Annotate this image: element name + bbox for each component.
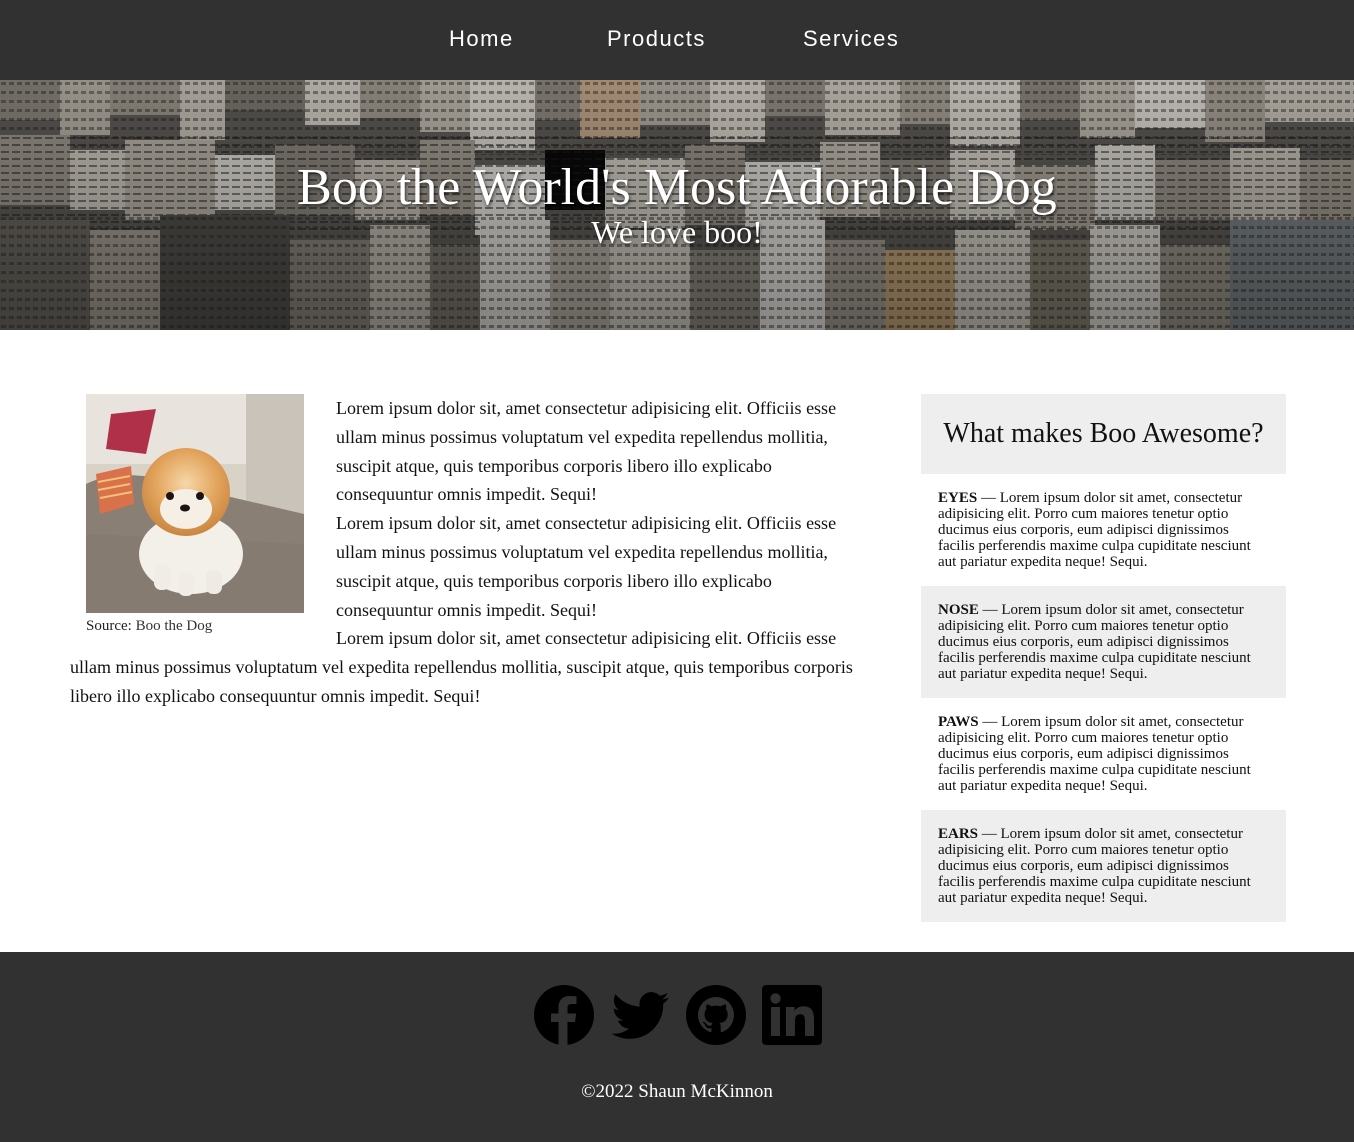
caption-source: Boo the Dog bbox=[135, 618, 213, 634]
copyright-text: ©2022 Shaun McKinnon bbox=[581, 1081, 773, 1102]
feature-text: — Lorem ipsum dolor sit amet, consectetu… bbox=[938, 826, 1251, 906]
top-nav: Home Products Services bbox=[0, 0, 1354, 80]
hero-banner: Boo the World's Most Adorable Dog We lov… bbox=[0, 80, 1354, 330]
nav-link-services[interactable]: Services bbox=[803, 24, 899, 54]
article-paragraph-3: Lorem ipsum dolor sit, amet consectetur … bbox=[70, 628, 853, 706]
feature-ears: EARS — Lorem ipsum dolor sit amet, conse… bbox=[921, 810, 1286, 922]
linkedin-icon[interactable] bbox=[761, 984, 823, 1046]
feature-text: — Lorem ipsum dolor sit amet, consectetu… bbox=[938, 490, 1251, 570]
boo-dog-photo bbox=[86, 394, 304, 613]
feature-nose: NOSE — Lorem ipsum dolor sit amet, conse… bbox=[921, 586, 1286, 698]
sidebar: What makes Boo Awesome? EYES — Lorem ips… bbox=[921, 394, 1286, 922]
nav-link-home[interactable]: Home bbox=[449, 24, 514, 54]
hero-subtitle: We love boo! bbox=[591, 214, 763, 250]
feature-name: EYES bbox=[938, 490, 978, 506]
github-icon[interactable] bbox=[685, 984, 747, 1046]
hero-title: Boo the World's Most Adorable Dog bbox=[297, 159, 1057, 216]
twitter-icon[interactable] bbox=[609, 984, 671, 1046]
nav-link-products[interactable]: Products bbox=[607, 24, 706, 54]
feature-name: EARS bbox=[938, 826, 979, 842]
caption-prefix: Source: bbox=[86, 618, 136, 634]
social-links bbox=[533, 984, 833, 1046]
feature-name: PAWS bbox=[938, 714, 979, 730]
feature-eyes: EYES — Lorem ipsum dolor sit amet, conse… bbox=[921, 474, 1286, 586]
feature-paws: PAWS — Lorem ipsum dolor sit amet, conse… bbox=[921, 698, 1286, 810]
dog-figure: Source: Boo the Dog bbox=[86, 394, 320, 637]
page-footer: ©2022 Shaun McKinnon bbox=[0, 952, 1354, 1142]
sidebar-header: What makes Boo Awesome? bbox=[921, 394, 1286, 474]
feature-text: — Lorem ipsum dolor sit amet, consectetu… bbox=[938, 602, 1251, 682]
image-caption: Source: Boo the Dog bbox=[86, 615, 320, 637]
main-article: Source: Boo the Dog Lorem ipsum dolor si… bbox=[70, 394, 860, 711]
feature-name: NOSE bbox=[938, 602, 979, 618]
facebook-icon[interactable] bbox=[533, 984, 595, 1046]
feature-text: — Lorem ipsum dolor sit amet, consectetu… bbox=[938, 714, 1251, 794]
sidebar-title: What makes Boo Awesome? bbox=[943, 418, 1264, 449]
